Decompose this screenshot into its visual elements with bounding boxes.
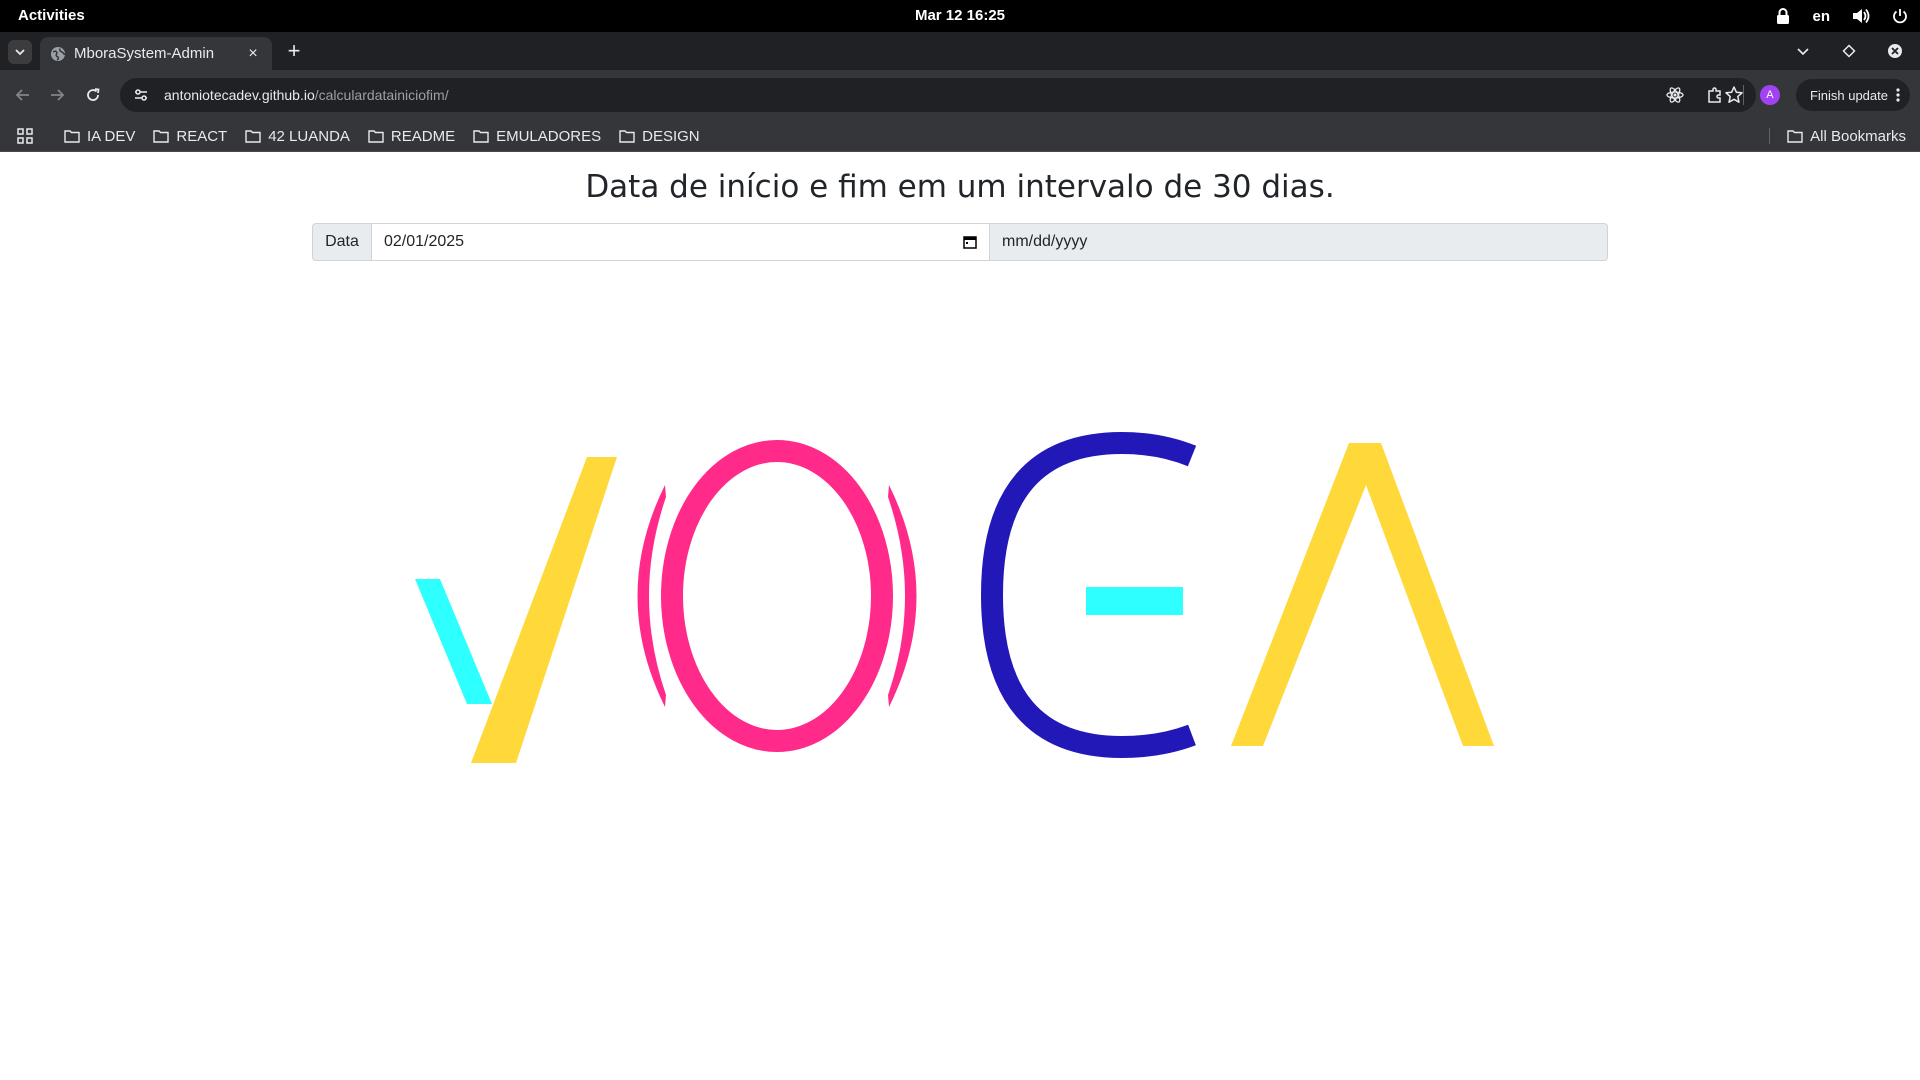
profile-avatar[interactable]: A <box>1759 85 1780 105</box>
tab-title: MboraSystem-Admin <box>74 45 215 62</box>
power-icon[interactable] <box>1892 8 1908 24</box>
close-window-icon[interactable] <box>1884 40 1906 62</box>
end-date-input[interactable]: mm/dd/yyyy <box>990 223 1608 261</box>
chevron-down-icon <box>15 49 25 56</box>
bookmark-label: REACT <box>176 127 228 145</box>
url-host: antoniotecadev.github.io <box>164 87 315 103</box>
yoga-logo <box>415 431 1494 763</box>
all-bookmarks-button[interactable]: All Bookmarks <box>1787 120 1906 152</box>
browser-toolbar: antoniotecadev.github.io/calculardataini… <box>0 70 1920 120</box>
bookmarks-separator <box>1769 128 1770 144</box>
bookmark-folder[interactable]: 42 LUANDA <box>245 128 350 145</box>
address-bar[interactable]: antoniotecadev.github.io/calculardataini… <box>120 78 1756 112</box>
folder-icon <box>64 130 80 143</box>
language-indicator[interactable]: en <box>1812 8 1830 25</box>
finish-update-label: Finish update <box>1809 87 1888 103</box>
separator <box>1742 85 1744 105</box>
date-label: Data <box>312 223 372 261</box>
page-title: Data de início e fim em um intervalo de … <box>585 169 1335 205</box>
browser-tab[interactable]: MboraSystem-Admin × <box>40 37 272 70</box>
maximize-icon[interactable] <box>1838 40 1860 62</box>
web-page: Data de início e fim em um intervalo de … <box>0 153 1920 1080</box>
bookmarks-bar: IA DEV REACT 42 LUANDA README EMULADORES… <box>0 120 1920 152</box>
start-date-value: 02/01/2025 <box>384 233 465 250</box>
logo-o-ring <box>661 440 893 752</box>
start-date-input[interactable]: 02/01/2025 <box>372 223 990 261</box>
apps-grid-icon[interactable] <box>17 128 33 144</box>
extensions-icon[interactable] <box>1703 83 1727 107</box>
globe-icon <box>51 46 66 61</box>
calendar-icon[interactable] <box>963 235 977 249</box>
toolbar-actions: A Finish update <box>1663 79 1910 111</box>
folder-icon <box>153 130 170 143</box>
logo-g-bar <box>1086 587 1183 615</box>
lock-icon[interactable] <box>1776 8 1790 24</box>
logo-y-yellow-stroke <box>471 457 617 763</box>
tab-strip: MboraSystem-Admin × + <box>0 32 1920 70</box>
logo-y-cyan-stroke <box>415 579 492 704</box>
reload-button[interactable] <box>80 82 106 108</box>
system-top-bar: Activities Mar 12 16:25 en <box>0 0 1920 32</box>
arrow-right-icon <box>51 89 65 101</box>
end-date-placeholder: mm/dd/yyyy <box>1002 233 1088 250</box>
forward-button[interactable] <box>44 82 70 108</box>
back-button[interactable] <box>10 82 36 108</box>
volume-icon[interactable] <box>1852 8 1870 24</box>
folder-icon <box>619 130 635 143</box>
bookmark-folder[interactable]: README <box>368 128 455 145</box>
url-path: /calculardatainiciofim/ <box>314 87 449 103</box>
finish-update-button[interactable]: Finish update <box>1795 79 1910 111</box>
bookmark-label: README <box>390 127 456 145</box>
date-input-group: Data 02/01/2025 mm/dd/yyyy <box>312 223 1608 261</box>
folder-icon <box>473 130 489 143</box>
folder-icon <box>245 130 261 143</box>
all-bookmarks-label: All Bookmarks <box>1810 127 1906 145</box>
bookmark-folder[interactable]: IA DEV <box>64 128 135 145</box>
bookmark-folder[interactable]: EMULADORES <box>473 128 601 145</box>
bookmark-label: IA DEV <box>87 127 136 145</box>
folder-icon <box>368 130 384 143</box>
clock[interactable]: Mar 12 16:25 <box>915 7 1005 24</box>
bookmark-label: DESIGN <box>642 127 700 145</box>
arrow-left-icon <box>15 89 29 101</box>
window-controls <box>1792 40 1906 62</box>
folder-icon <box>1787 130 1803 143</box>
bookmark-label: 42 LUANDA <box>268 127 350 145</box>
react-devtools-icon[interactable] <box>1663 83 1687 107</box>
logo-a-stroke <box>1231 443 1494 746</box>
close-tab-icon[interactable]: × <box>244 45 262 63</box>
new-tab-button[interactable]: + <box>282 40 306 64</box>
tab-search-button[interactable] <box>8 40 32 64</box>
bookmark-folder[interactable]: DESIGN <box>619 128 700 145</box>
system-tray[interactable]: en <box>1776 0 1908 32</box>
reload-icon <box>87 88 100 101</box>
more-vert-icon <box>1896 88 1900 102</box>
clock-container: Mar 12 16:25 <box>0 7 1920 24</box>
bookmark-label: EMULADORES <box>496 127 602 145</box>
site-info-icon[interactable] <box>130 84 152 106</box>
bookmark-list: IA DEV REACT 42 LUANDA README EMULADORES… <box>64 120 700 152</box>
chevron-down-icon[interactable] <box>1792 40 1814 62</box>
bookmark-folder[interactable]: REACT <box>153 128 227 145</box>
activities-button[interactable]: Activities <box>18 7 85 24</box>
